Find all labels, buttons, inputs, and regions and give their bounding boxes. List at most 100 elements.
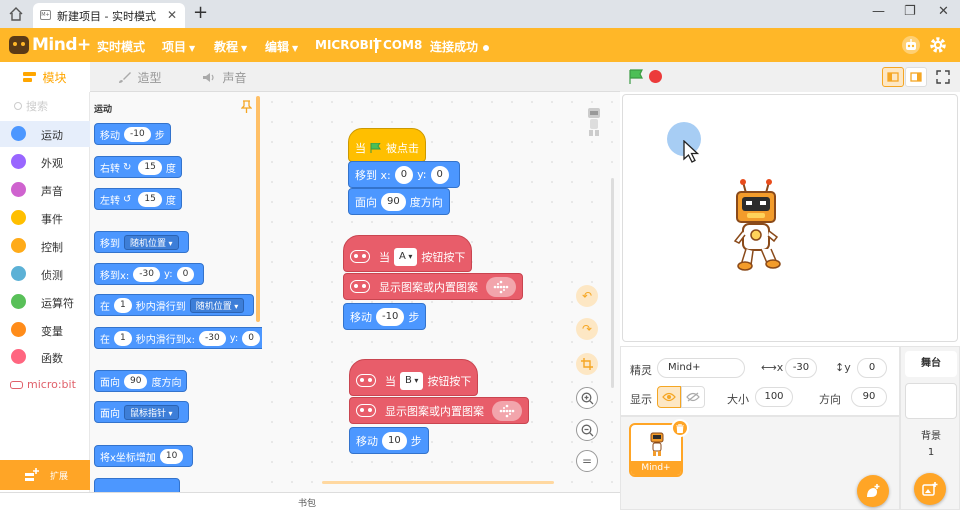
steps-input[interactable]: 10 [382,431,407,450]
block-goto[interactable]: 移到 随机位置 [94,231,189,253]
browser-tab[interactable]: M+ 新建项目 - 实时模式 ✕ [33,3,185,28]
degrees-input[interactable]: 15 [138,191,162,207]
device-menu[interactable]: MICROBIT [315,38,381,52]
tab-costumes[interactable]: 造型 [95,62,185,92]
show-visible-button[interactable] [657,386,681,408]
category-motion[interactable]: 运动 [0,121,90,147]
block-goto-xy[interactable]: 移到x: -30 y: 0 [94,263,205,285]
category-looks[interactable]: 外观 [0,149,90,175]
block-change-x[interactable]: 将x坐标增加 10 [94,445,194,467]
close-window-icon[interactable]: ✕ [938,4,949,19]
button-dropdown[interactable]: B [400,371,424,390]
add-backdrop-button[interactable] [914,473,946,505]
block-turn-left[interactable]: 左转 ↺ 15 度 [94,188,182,210]
tab-close-icon[interactable]: ✕ [167,8,177,22]
robot-avatar-icon[interactable] [902,36,920,54]
target-dropdown[interactable]: 随机位置 [189,297,245,313]
tutorial-menu[interactable]: 教程 ▼ [214,38,247,55]
steps-input[interactable]: -10 [124,126,151,142]
sprite-y-input[interactable]: 0 [857,358,887,378]
restore-icon[interactable]: ❐ [904,4,916,19]
category-sound[interactable]: 声音 [0,177,90,203]
mode-menu[interactable]: 实时模式 [97,38,145,55]
target-dropdown[interactable]: 随机位置 [124,234,179,250]
stage-canvas[interactable] [622,94,958,342]
seconds-input[interactable]: 1 [114,330,132,346]
category-control[interactable]: 控制 [0,233,90,259]
stop-icon[interactable] [649,70,662,83]
when-button-a-pressed-block[interactable]: 当A按钮按下 [343,235,473,272]
block-glide-to[interactable]: 在 1 秒内滑行到 随机位置 [94,294,255,316]
category-events[interactable]: 事件 [0,205,90,231]
sprite-size-input[interactable]: 100 [755,387,793,407]
undo-button[interactable]: ↶ [576,285,598,307]
x-input[interactable]: 0 [394,165,414,184]
edit-menu[interactable]: 编辑 ▼ [265,38,298,55]
block-glide-to-xy[interactable]: 在 1 秒内滑行到x: -30 y: 0 [94,327,262,349]
led-matrix-picker[interactable] [492,400,522,421]
y-input[interactable]: 0 [430,165,449,184]
change-input[interactable]: 10 [159,448,184,464]
mindplus-robot-sprite[interactable] [731,179,781,271]
move-steps-block[interactable]: 移动 10 步 [349,427,429,454]
zoom-reset-button[interactable]: = [576,450,598,472]
add-sprite-button[interactable] [857,475,889,507]
gear-icon[interactable] [929,36,947,54]
backdrop-thumbnail[interactable] [905,383,957,419]
direction-input[interactable]: 90 [124,373,148,389]
new-tab-icon[interactable]: + [193,2,208,23]
project-menu[interactable]: 项目 ▼ [162,38,195,55]
led-matrix-picker[interactable] [486,276,516,297]
block-move-steps[interactable]: 移动 -10 步 [94,123,171,145]
category-operators[interactable]: 运算符 [0,289,90,315]
minimize-icon[interactable]: — [872,4,885,19]
tab-sounds[interactable]: 声音 [180,62,270,92]
backpack-bar[interactable]: 书包 [0,492,620,510]
delete-sprite-button[interactable] [671,419,689,437]
sprite-x-input[interactable]: -30 [785,358,817,378]
connection-status[interactable]: 连接成功 [430,38,490,55]
block-turn-right[interactable]: 右转 ↻ 15 度 [94,156,182,178]
sprite-direction-input[interactable]: 90 [851,387,887,407]
block-point-direction[interactable]: 面向 90 度方向 [94,370,188,392]
category-search[interactable]: 搜索 [14,98,48,114]
workspace-horizontal-scrollbar[interactable] [322,481,554,484]
y-input[interactable]: 0 [176,266,195,282]
clean-up-button[interactable] [576,353,598,375]
y-input[interactable]: 0 [242,330,261,346]
when-button-b-pressed-block[interactable]: 当B按钮按下 [349,359,479,396]
palette-scrollbar[interactable] [256,96,260,322]
show-pattern-block[interactable]: 显示图案或内置图案 [349,397,529,424]
direction-input[interactable]: 90 [381,192,406,211]
category-functions[interactable]: 函数 [0,344,90,370]
workspace-vertical-scrollbar[interactable] [611,178,614,388]
goto-xy-block[interactable]: 移到 x: 0 y: 0 [348,161,460,188]
button-dropdown[interactable]: A [394,247,418,266]
block-partial[interactable] [94,478,180,492]
stage-panel-title[interactable]: 舞台 [905,351,957,377]
fullscreen-icon[interactable] [936,70,950,84]
point-direction-block[interactable]: 面向 90 度方向 [348,188,450,215]
category-microbit[interactable]: micro:bit [10,378,76,391]
zoom-in-button[interactable] [576,387,598,409]
x-input[interactable]: -30 [199,330,226,346]
zoom-out-button[interactable] [576,419,598,441]
x-input[interactable]: -30 [133,266,160,282]
show-hidden-button[interactable] [681,386,705,408]
degrees-input[interactable]: 15 [138,159,162,175]
steps-input[interactable]: -10 [376,307,405,326]
category-sensing[interactable]: 侦测 [0,261,90,287]
category-variables[interactable]: 变量 [0,317,90,343]
green-flag-icon[interactable] [628,69,644,85]
small-stage-button[interactable] [882,67,904,87]
block-point-towards[interactable]: 面向 鼠标指针 [94,401,189,423]
pin-icon[interactable] [241,100,252,113]
seconds-input[interactable]: 1 [114,297,132,313]
home-icon[interactable] [8,6,24,22]
script-workspace[interactable]: 当被点击 移到 x:0y:0 面向90度方向 当A按钮按下 显示图案或内置图案 … [262,92,620,492]
sprite-name-input[interactable]: Mind+ [657,358,745,378]
tab-code[interactable]: 模块 [0,62,90,92]
extensions-button[interactable]: 扩展 [0,460,90,490]
move-steps-block[interactable]: 移动 -10 步 [343,303,427,330]
port-menu[interactable]: COM8 [383,38,422,52]
